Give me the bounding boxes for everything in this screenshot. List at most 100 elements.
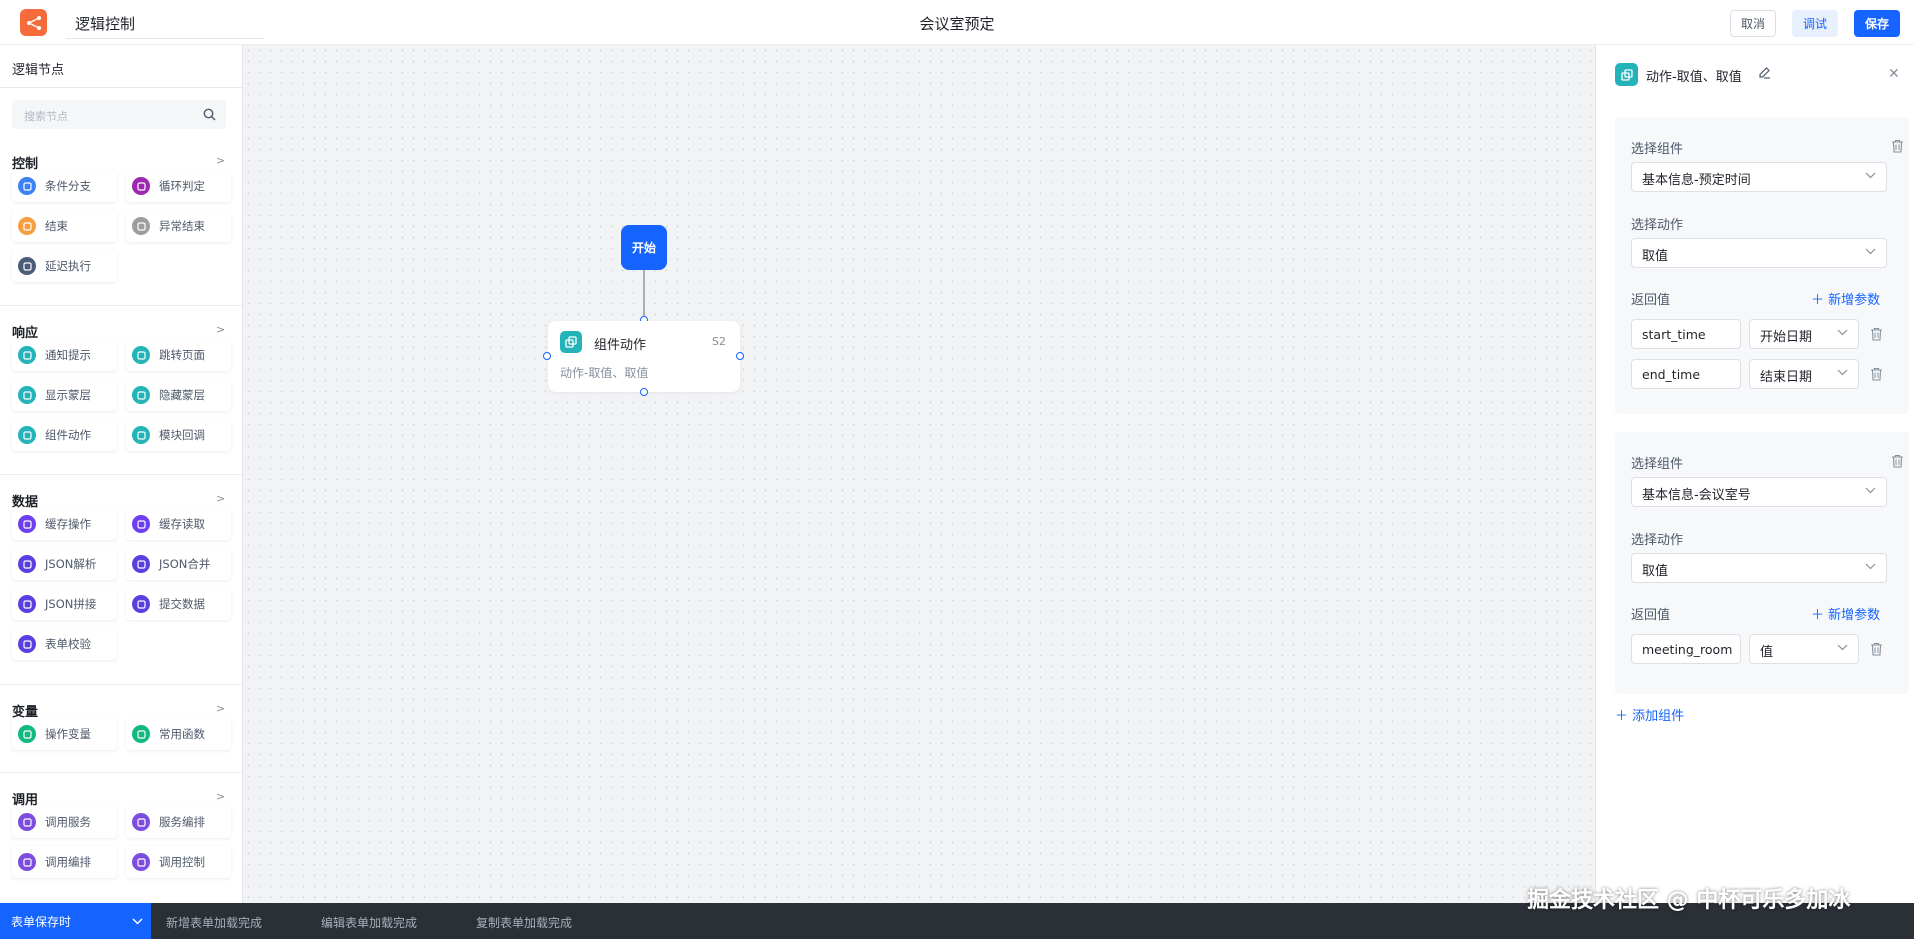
port-bottom[interactable] bbox=[640, 388, 648, 396]
flow-icon bbox=[26, 15, 41, 30]
component-action-icon bbox=[18, 426, 36, 444]
debug-button[interactable]: 调试 bbox=[1792, 10, 1838, 37]
node-title: 组件动作 bbox=[594, 338, 647, 353]
cache-op-icon bbox=[18, 515, 36, 533]
variable-icon bbox=[18, 725, 36, 743]
port-left[interactable] bbox=[543, 352, 551, 360]
component-value: 基本信息-会议室号 bbox=[1642, 488, 1751, 503]
node-item-label: 跳转页面 bbox=[159, 348, 205, 362]
divider bbox=[0, 87, 242, 88]
chevron-right-icon[interactable]: > bbox=[216, 154, 225, 167]
node-item[interactable]: 显示蒙层 bbox=[12, 379, 117, 411]
node-item[interactable]: 提交数据 bbox=[126, 588, 231, 620]
action-select[interactable]: 取值 bbox=[1631, 238, 1887, 268]
call-control-icon bbox=[132, 853, 150, 871]
add-param-button[interactable]: ＋ 新增参数 bbox=[1811, 289, 1880, 308]
node-item[interactable]: 隐藏蒙层 bbox=[126, 379, 231, 411]
trash-icon[interactable] bbox=[1891, 139, 1904, 153]
chevron-right-icon[interactable]: > bbox=[216, 492, 225, 505]
node-item[interactable]: JSON解析 bbox=[12, 548, 117, 580]
node-item[interactable]: 服务编排 bbox=[126, 806, 231, 838]
param-name: start_time bbox=[1642, 327, 1706, 342]
node-item[interactable]: 常用函数 bbox=[126, 718, 231, 750]
node-item-label: 隐藏蒙层 bbox=[159, 388, 205, 402]
chevron-right-icon[interactable]: > bbox=[216, 702, 225, 715]
component-action-node[interactable]: 组件动作 S2 动作-取值、取值 bbox=[548, 321, 740, 392]
param-type-select[interactable]: 值 bbox=[1749, 634, 1859, 664]
param-name-input[interactable]: meeting_room bbox=[1631, 634, 1741, 664]
tab-add-form-loaded[interactable]: 新增表单加载完成 bbox=[166, 914, 262, 931]
node-item-label: 表单校验 bbox=[45, 637, 91, 651]
node-item-label: 通知提示 bbox=[45, 348, 91, 362]
param-type-select[interactable]: 开始日期 bbox=[1749, 319, 1859, 349]
tab-edit-form-loaded[interactable]: 编辑表单加载完成 bbox=[321, 914, 417, 931]
param-type-select[interactable]: 结束日期 bbox=[1749, 359, 1859, 389]
node-item[interactable]: 表单校验 bbox=[12, 628, 117, 660]
trash-icon[interactable] bbox=[1870, 367, 1883, 381]
page-title: 会议室预定 bbox=[919, 15, 995, 33]
tab-copy-form-loaded[interactable]: 复制表单加载完成 bbox=[476, 914, 572, 931]
app-logo bbox=[20, 9, 47, 36]
sidebar-title: 逻辑节点 bbox=[12, 63, 65, 78]
component-select[interactable]: 基本信息-预定时间 bbox=[1631, 162, 1887, 192]
chevron-down-icon bbox=[1865, 172, 1876, 179]
trash-icon[interactable] bbox=[1870, 642, 1883, 656]
error-end-icon bbox=[132, 217, 150, 235]
node-item[interactable]: 调用控制 bbox=[126, 846, 231, 878]
call-orchestration-icon bbox=[18, 853, 36, 871]
node-item[interactable]: 循环判定 bbox=[126, 170, 231, 202]
json-parse-icon bbox=[18, 555, 36, 573]
app-title: 逻辑控制 bbox=[75, 15, 136, 33]
node-item[interactable]: 缓存操作 bbox=[12, 508, 117, 540]
node-item[interactable]: JSON拼接 bbox=[12, 588, 117, 620]
search-icon bbox=[203, 108, 216, 121]
node-item[interactable]: 结束 bbox=[12, 210, 117, 242]
node-item[interactable]: 组件动作 bbox=[12, 419, 117, 451]
port-right[interactable] bbox=[736, 352, 744, 360]
node-item-label: 延迟执行 bbox=[45, 259, 91, 273]
node-item-label: 异常结束 bbox=[159, 219, 205, 233]
group-divider bbox=[0, 305, 242, 306]
node-item[interactable]: 延迟执行 bbox=[12, 250, 117, 282]
add-param-button[interactable]: ＋ 新增参数 bbox=[1811, 604, 1880, 623]
flow-canvas[interactable] bbox=[243, 45, 1595, 903]
close-icon[interactable]: ✕ bbox=[1888, 66, 1900, 82]
active-event-label: 表单保存时 bbox=[11, 914, 72, 929]
module-callback-icon bbox=[132, 426, 150, 444]
node-sidebar: 逻辑节点 搜索节点 控制 > 条件分支 循环判定 结束 异常结束 延迟执行 响应 > 通知提示 跳转… bbox=[0, 45, 243, 903]
action-select[interactable]: 取值 bbox=[1631, 553, 1887, 583]
trash-icon[interactable] bbox=[1891, 454, 1904, 468]
node-item[interactable]: 条件分支 bbox=[12, 170, 117, 202]
search-input[interactable]: 搜索节点 bbox=[12, 100, 226, 129]
node-item[interactable]: 调用服务 bbox=[12, 806, 117, 838]
chevron-right-icon[interactable]: > bbox=[216, 790, 225, 803]
service-orchestration-icon bbox=[132, 813, 150, 831]
node-item-label: 模块回调 bbox=[159, 428, 205, 442]
start-node[interactable]: 开始 bbox=[621, 225, 667, 270]
node-item[interactable]: 跳转页面 bbox=[126, 339, 231, 371]
add-component-button[interactable]: ＋ 添加组件 bbox=[1615, 705, 1684, 724]
node-item[interactable]: 操作变量 bbox=[12, 718, 117, 750]
cancel-button[interactable]: 取消 bbox=[1730, 10, 1776, 37]
param-name-input[interactable]: start_time bbox=[1631, 319, 1741, 349]
node-item[interactable]: 异常结束 bbox=[126, 210, 231, 242]
node-item[interactable]: 调用编排 bbox=[12, 846, 117, 878]
title-underline bbox=[66, 38, 264, 39]
chevron-right-icon[interactable]: > bbox=[216, 323, 225, 336]
trash-icon[interactable] bbox=[1870, 327, 1883, 341]
node-item[interactable]: 通知提示 bbox=[12, 339, 117, 371]
top-bar: 逻辑控制 会议室预定 取消 调试 保存 bbox=[0, 0, 1914, 45]
function-icon bbox=[132, 725, 150, 743]
edit-icon[interactable] bbox=[1758, 66, 1771, 79]
properties-panel: 动作-取值、取值 ✕ 选择组件 基本信息-预定时间 选择动作 取值 返回值＋ 新增参数 s… bbox=[1595, 45, 1914, 903]
hide-mask-icon bbox=[132, 386, 150, 404]
event-select[interactable]: 表单保存时 bbox=[0, 903, 151, 939]
node-item[interactable]: JSON合并 bbox=[126, 548, 231, 580]
node-item[interactable]: 缓存读取 bbox=[126, 508, 231, 540]
end-icon bbox=[18, 217, 36, 235]
component-select[interactable]: 基本信息-会议室号 bbox=[1631, 477, 1887, 507]
param-name: meeting_room bbox=[1642, 642, 1733, 657]
param-name-input[interactable]: end_time bbox=[1631, 359, 1741, 389]
save-button[interactable]: 保存 bbox=[1854, 10, 1900, 37]
node-item[interactable]: 模块回调 bbox=[126, 419, 231, 451]
